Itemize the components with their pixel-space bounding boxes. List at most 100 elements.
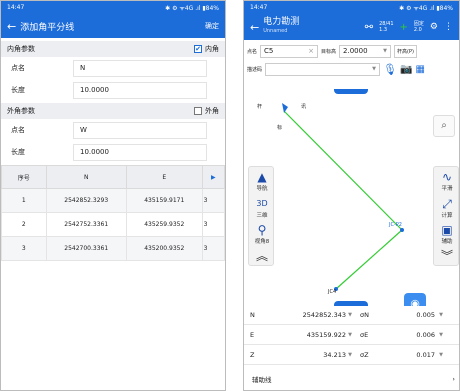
clear-icon[interactable]: ×	[308, 47, 314, 55]
find-target-button[interactable]: ⌕	[433, 115, 455, 137]
status-icons: ✱ ⚙ ᯤ4G .ıl ▮84%	[165, 4, 219, 12]
point-name-input[interactable]: C5 ×	[260, 44, 319, 58]
col-header-n: N	[45, 165, 127, 189]
survey-line-a	[283, 110, 403, 231]
more-icon[interactable]: ⋮	[444, 22, 453, 32]
readout-row-e: E 435159.922 ▼ σE 0.006 ▼	[244, 326, 459, 345]
survey-map[interactable]: 杆 讯 标 JC-P2 JC4 ⌕ ▲ 导航 3D 三维 ⚲ 视角8 ︽ ∿ 平…	[244, 89, 459, 315]
page-title: 电力勘测	[263, 17, 300, 27]
cell-index: 1	[1, 188, 47, 213]
survey-line-b	[335, 229, 403, 290]
satellite-sub-value: 1.3	[379, 27, 388, 33]
dropdown-icon[interactable]: ▼	[435, 332, 443, 338]
map-label-top-a: 杆	[257, 104, 263, 110]
calc-tool[interactable]: ⤢ 计算	[437, 197, 457, 219]
calc-label: 计算	[441, 213, 453, 219]
dropdown-icon[interactable]: ▼	[435, 352, 443, 358]
readout-sigma-label: σE	[360, 331, 369, 339]
3d-label: 三维	[256, 213, 268, 219]
dropdown-icon[interactable]: ▼	[435, 312, 443, 318]
outer-length-label: 长度	[11, 148, 25, 156]
expand-down-button[interactable]: ︾	[437, 249, 457, 263]
smooth-label: 平滑	[441, 186, 453, 192]
3d-tool[interactable]: 3D 三维	[252, 197, 272, 219]
inner-point-name-row: 点名 N	[1, 57, 225, 79]
readout-sigma-value: 0.005	[416, 311, 435, 319]
expand-up-button[interactable]: ︽	[252, 249, 272, 263]
assist-line-label: 辅助线	[252, 376, 272, 384]
dropdown-icon[interactable]: ▼	[383, 48, 387, 54]
inner-point-name-input[interactable]: N	[73, 59, 207, 77]
outer-length-input[interactable]: 10.0000	[73, 143, 207, 161]
readout-label: Z	[250, 351, 255, 359]
cell-z: 3	[201, 212, 225, 237]
outer-angle-header: 外角参数 外角	[1, 103, 225, 119]
point-name-value: C5	[264, 47, 274, 55]
satellite-count: 28/41 1.3	[379, 21, 393, 33]
target-height-label: 目标高	[321, 48, 337, 55]
inner-point-name-label: 点名	[11, 64, 25, 72]
back-arrow-icon[interactable]: ←	[250, 21, 259, 34]
satellite-icon[interactable]: ⚯	[365, 22, 373, 33]
navigate-icon: ▲	[257, 170, 267, 184]
back-arrow-icon[interactable]: ←	[7, 20, 16, 33]
cell-n: 2542852.3293	[45, 188, 127, 213]
table-row[interactable]: 2 2542752.3361 435259.9352 3	[1, 212, 225, 237]
settings-icon[interactable]: ⚙	[430, 22, 438, 32]
cell-index: 3	[1, 236, 47, 261]
inner-angle-checkbox[interactable]: ✔ 内角	[194, 44, 219, 54]
target-height-input[interactable]: 2.0000 ▼	[339, 44, 392, 58]
fix-plus-icon: +	[399, 21, 408, 33]
readout-value: 34.213	[323, 351, 346, 359]
camera-icon[interactable]: 📷	[400, 64, 412, 75]
table-row[interactable]: 3 2542700.3361 435200.9352 3	[1, 236, 225, 261]
outer-angle-title: 外角参数	[7, 107, 35, 115]
cell-n: 2542752.3361	[45, 212, 127, 237]
assist-tool[interactable]: ▣ 辅助	[437, 223, 457, 245]
outer-angle-checkbox-label: 外角	[205, 107, 219, 115]
inner-length-input[interactable]: 10.0000	[73, 81, 207, 99]
add-bisector-screen: 14:47 ✱ ⚙ ᯤ4G .ıl ▮84% ← 添加角平分线 确定 内角参数 …	[0, 0, 226, 391]
pole-height-button[interactable]: 杆高(P)	[394, 44, 417, 58]
point-name-label: 点名	[247, 48, 258, 55]
assist-icon: ▣	[441, 223, 453, 237]
chevron-up-icon: ︽	[255, 249, 268, 263]
description-input[interactable]: ▼	[265, 62, 381, 76]
navigate-tool[interactable]: ▲ 导航	[252, 170, 272, 192]
confirm-button[interactable]: 确定	[205, 21, 219, 31]
cell-e: 435159.9171	[125, 188, 203, 213]
status-time: 14:47	[250, 4, 268, 11]
navigate-label: 导航	[256, 186, 268, 192]
view-tool[interactable]: ⚲ 视角8	[252, 223, 272, 245]
status-bar: 14:47 ✱ ⚙ ᯤ4G .ıl ▮84%	[244, 1, 459, 14]
target-height-value: 2.0000	[343, 47, 368, 55]
page-subtitle: Unnamed	[263, 28, 288, 34]
table-icon[interactable]: ▦	[415, 64, 424, 75]
outer-angle-checkbox[interactable]: 外角	[194, 106, 219, 116]
inner-length-row: 长度 10.0000	[1, 79, 225, 101]
map-label-top-b: 讯	[301, 104, 307, 110]
inner-angle-checkbox-label: 内角	[205, 45, 219, 53]
table-row[interactable]: 1 2542852.3293 435159.9171 3	[1, 188, 225, 213]
description-label: 描述码	[247, 66, 263, 73]
dropdown-icon[interactable]: ▼	[372, 66, 376, 72]
status-bar: 14:47 ✱ ⚙ ᯤ4G .ıl ▮84%	[1, 1, 225, 14]
col-header-index: 序号	[1, 165, 47, 189]
map-label-mid: JC-P2	[389, 222, 402, 228]
cell-e: 435259.9352	[125, 212, 203, 237]
readout-row-z: Z 34.213 ▼ σZ 0.017 ▼	[244, 346, 459, 365]
scroll-right-icon[interactable]: ▶	[201, 165, 225, 189]
outer-point-name-input[interactable]: W	[73, 121, 207, 139]
assist-line-row[interactable]: 辅助线 ›	[244, 369, 459, 389]
status-icons: ✱ ⚙ ᯤ4G .ıl ▮84%	[399, 4, 453, 12]
table-header-row: 序号 N E ▶	[1, 165, 225, 189]
microphone-icon[interactable]: 🎙	[383, 63, 397, 76]
cell-e: 435200.9352	[125, 236, 203, 261]
readout-sigma-label: σN	[360, 311, 369, 319]
map-label-bottom: JC4	[328, 289, 337, 295]
fix-status[interactable]: 固定 2.0	[414, 21, 424, 33]
smooth-icon: ∿	[441, 170, 453, 184]
chevron-down-icon: ︾	[440, 249, 453, 263]
view-icon: ⚲	[257, 223, 267, 237]
smooth-tool[interactable]: ∿ 平滑	[437, 170, 457, 192]
